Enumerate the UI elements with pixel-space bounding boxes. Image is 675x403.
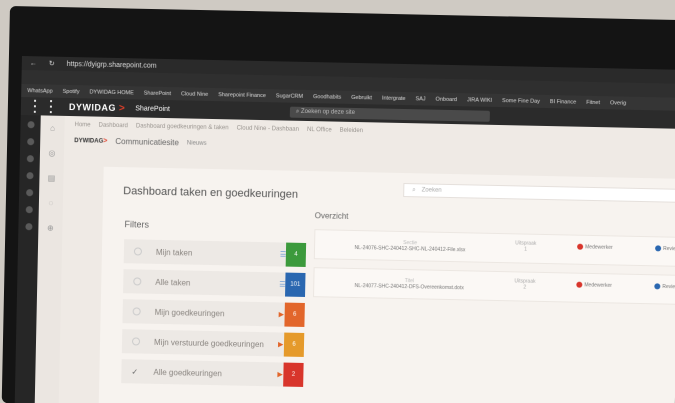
breadcrumb-item[interactable]: Dashboard bbox=[99, 123, 128, 130]
filter-count-badge: 2 bbox=[283, 362, 304, 387]
checkmark-icon[interactable]: ✓ bbox=[131, 367, 139, 376]
filter-row[interactable]: Alle taken ☰ 101 bbox=[123, 269, 306, 297]
globe-icon[interactable]: ◎ bbox=[48, 149, 55, 158]
filter-label: Mijn verstuurde goedkeuringen bbox=[153, 337, 264, 349]
dywidag-logo: DYWIDAG > bbox=[68, 101, 126, 114]
status-cell: Uitspraak 2 bbox=[514, 278, 536, 291]
sites-icon[interactable]: ◌ bbox=[48, 199, 53, 208]
reviewer-cell: Reviewer bbox=[654, 283, 675, 290]
filter-row[interactable]: Mijn verstuurde goedkeuringen ▶ 6 bbox=[121, 329, 305, 357]
reviewer-cell: Reviewer bbox=[655, 245, 675, 252]
app-launcher-icon[interactable]: ⋮⋮ bbox=[27, 96, 59, 117]
breadcrumb-item[interactable]: NL Office bbox=[307, 127, 332, 134]
filter-count-badge: 101 bbox=[285, 272, 306, 297]
bookmark-item[interactable]: DYWIDAG HOME bbox=[89, 89, 133, 96]
user-avatar-icon bbox=[576, 281, 583, 288]
owner-cell: Medewerker bbox=[576, 281, 612, 289]
filters-title: Filters bbox=[124, 219, 150, 230]
bookmark-item[interactable]: Intergrate bbox=[382, 95, 406, 101]
dashboard-search-input[interactable]: ⌕ Zoeken bbox=[403, 183, 675, 204]
overview-title: Overzicht bbox=[314, 211, 349, 221]
overview-row[interactable]: Sectie NL-24076-SHC-240412-SHC-NL-240412-… bbox=[313, 229, 675, 268]
filter-row[interactable]: ✓ Alle goedkeuringen ▶ 2 bbox=[121, 359, 304, 387]
breadcrumb-item[interactable]: Home bbox=[75, 122, 91, 128]
filter-count-badge: 6 bbox=[284, 302, 305, 327]
filter-count-badge: 4 bbox=[285, 242, 307, 267]
bookmark-item[interactable]: Goodhabits bbox=[313, 94, 341, 101]
site-logo: DYWIDAG> bbox=[74, 137, 108, 145]
app-name: SharePoint bbox=[135, 104, 170, 113]
site-title[interactable]: Communicatiesite bbox=[115, 137, 179, 147]
filter-row[interactable]: Mijn goedkeuringen ▶ 6 bbox=[122, 299, 305, 327]
filter-label: Alle taken bbox=[155, 277, 191, 288]
bookmark-item[interactable]: JIRA WIKI bbox=[467, 97, 492, 104]
site-header: DYWIDAG> Communicatiesite Nieuws bbox=[74, 136, 670, 157]
site-subnav[interactable]: Nieuws bbox=[187, 140, 207, 146]
rail-icon[interactable] bbox=[25, 206, 33, 214]
bookmark-item[interactable]: Onboard bbox=[436, 96, 458, 102]
user-avatar-icon bbox=[654, 283, 661, 290]
owner-cell: Medewerker bbox=[577, 243, 613, 251]
logo-chevron-icon: > bbox=[118, 102, 126, 114]
overview-row[interactable]: Titel NL-24077-SHC-240412-DFS-Overeenkoms… bbox=[313, 267, 675, 306]
dashboard-title: Dashboard taken en goedkeuringen bbox=[123, 185, 299, 201]
bookmark-item[interactable]: Fitnet bbox=[586, 99, 600, 105]
rail-icon[interactable] bbox=[25, 189, 33, 197]
search-icon: ⌕ bbox=[295, 108, 300, 115]
breadcrumb-item[interactable]: Beleiden bbox=[340, 128, 363, 134]
breadcrumb-item[interactable]: Dashboard goedkeuringen & taken bbox=[136, 123, 229, 131]
bookmark-item[interactable]: Overig bbox=[610, 100, 626, 106]
bookmark-item[interactable]: Spotify bbox=[63, 88, 80, 94]
news-icon[interactable]: ▤ bbox=[48, 174, 56, 183]
rail-icon[interactable] bbox=[26, 121, 35, 129]
user-avatar-icon bbox=[655, 245, 662, 252]
home-icon[interactable]: ⌂ bbox=[50, 124, 55, 133]
bookmark-item[interactable]: WhatsApp bbox=[27, 88, 52, 95]
address-url[interactable]: https://dyigrp.sharepoint.com bbox=[67, 60, 157, 69]
filter-label: Mijn goedkeuringen bbox=[154, 307, 225, 318]
monitor-screen: ← ↻ https://dyigrp.sharepoint.com WhatsA… bbox=[14, 56, 675, 403]
filter-row[interactable]: Mijn taken ☰ 4 bbox=[123, 239, 307, 267]
rail-icon[interactable] bbox=[26, 138, 34, 146]
bookmark-item[interactable]: SAJ bbox=[415, 96, 425, 102]
radio-button[interactable] bbox=[132, 307, 141, 316]
filter-count-badge: 6 bbox=[283, 332, 305, 357]
filter-label: Alle goedkeuringen bbox=[153, 367, 222, 378]
sharepoint-search[interactable]: ⌕ Zoeken op deze site bbox=[289, 106, 490, 122]
status-cell: Uitspraak 1 bbox=[515, 240, 537, 253]
rail-icon[interactable] bbox=[26, 155, 34, 163]
back-icon[interactable]: ← bbox=[30, 60, 37, 67]
radio-button[interactable] bbox=[133, 247, 143, 256]
bookmark-item[interactable]: Some Fine Day bbox=[502, 98, 540, 105]
bookmark-item[interactable]: Gebruikt bbox=[351, 94, 372, 100]
document-cell: Titel NL-24077-SHC-240412-DFS-Overeenkoms… bbox=[354, 278, 464, 292]
dashboard-card: Dashboard taken en goedkeuringen ⌕ Zoeke… bbox=[98, 166, 675, 403]
rail-icon[interactable] bbox=[24, 223, 32, 231]
breadcrumb-item[interactable]: Cloud Nine - Dashbaan bbox=[237, 126, 299, 133]
add-icon[interactable]: ⊕ bbox=[47, 224, 54, 233]
bookmark-item[interactable]: BI Finance bbox=[550, 99, 576, 106]
reload-icon[interactable]: ↻ bbox=[49, 60, 55, 68]
rail-icon[interactable] bbox=[25, 172, 34, 180]
bookmark-item[interactable]: SugarCRM bbox=[276, 93, 303, 100]
page-content: Home Dashboard Dashboard goedkeuringen & t… bbox=[58, 115, 675, 403]
radio-button[interactable] bbox=[133, 277, 142, 286]
filter-label: Mijn taken bbox=[155, 247, 193, 258]
user-avatar-icon bbox=[577, 243, 584, 250]
bookmark-item[interactable]: SharePoint bbox=[144, 90, 171, 97]
search-icon: ⌕ bbox=[412, 186, 416, 193]
radio-button[interactable] bbox=[131, 337, 141, 346]
document-cell: Sectie NL-24076-SHC-240412-SHC-NL-240412-… bbox=[354, 240, 466, 254]
bookmark-item[interactable]: Sharepoint Finance bbox=[218, 92, 266, 99]
bookmark-item[interactable]: Cloud Nine bbox=[181, 91, 208, 98]
